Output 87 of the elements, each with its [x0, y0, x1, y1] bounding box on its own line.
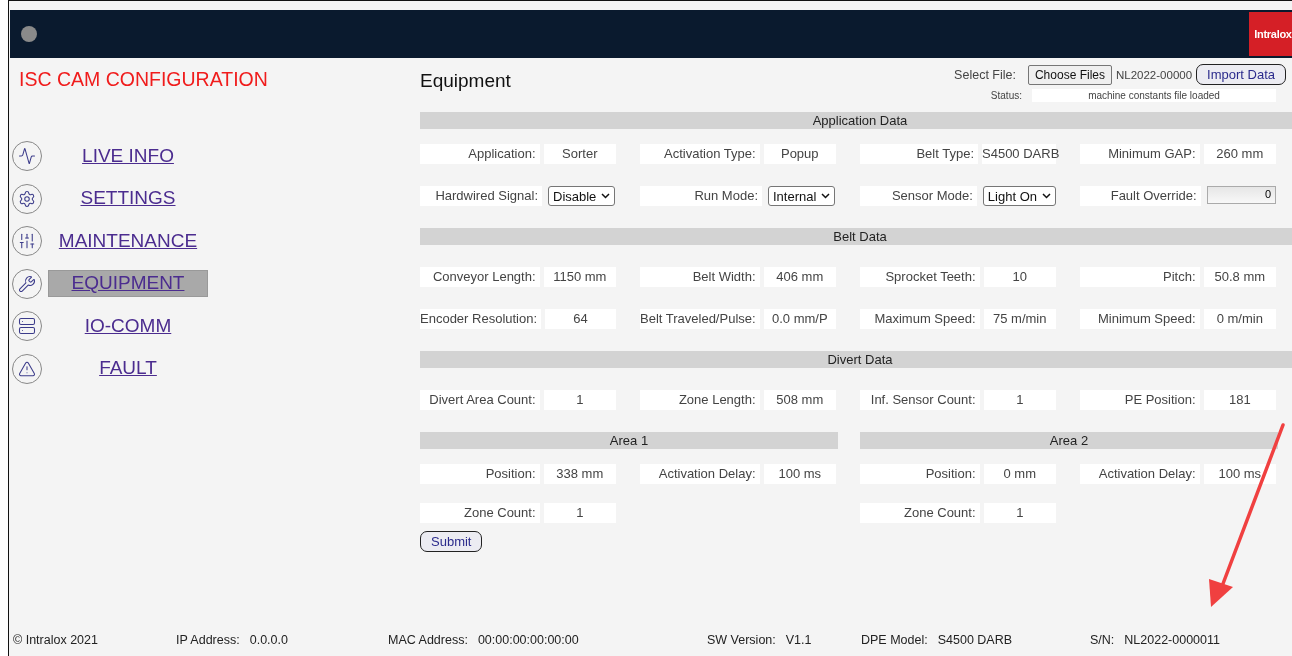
chevron-down-icon [601, 193, 611, 199]
field-value: 1 [983, 390, 1056, 410]
submit-button[interactable]: Submit [420, 531, 483, 552]
field-label: Pitch: [1080, 267, 1200, 287]
footer-label: S/N: [1090, 633, 1115, 647]
footer-label: SW Version: [707, 633, 776, 647]
field-label: Zone Count: [860, 503, 980, 523]
field-label: Zone Length: [640, 390, 760, 410]
field-value: 181 [1203, 390, 1276, 410]
field-value: 508 mm [763, 390, 836, 410]
field-label: Fault Override: [1080, 186, 1201, 206]
field-value: 50.8 mm [1203, 267, 1276, 287]
app-title: ISC CAM CONFIGURATION [18, 68, 269, 91]
field-label: Conveyor Length: [420, 267, 540, 287]
nav-link[interactable]: LIVE INFO [48, 142, 208, 170]
field-label: Divert Area Count: [420, 390, 540, 410]
nav-link[interactable]: EQUIPMENT [48, 270, 208, 298]
field-value: 100 ms [1203, 464, 1276, 484]
field-label: PE Position: [1080, 390, 1200, 410]
section-header: Area 2 [860, 432, 1278, 449]
field-label: Application: [420, 144, 540, 164]
section-header: Divert Data [420, 351, 1292, 368]
field-label: Sprocket Teeth: [860, 267, 980, 287]
field-value: Sorter [543, 144, 616, 164]
import-data-button[interactable]: Import Data [1196, 64, 1286, 85]
logo: Intralox [1249, 12, 1292, 56]
field-value: 0 m/min [1203, 309, 1276, 329]
field-value: 0.0 mm/P [763, 309, 836, 329]
footer-label: IP Address: [176, 633, 240, 647]
field-label: Run Mode: [640, 186, 762, 206]
file-name: NL2022-00000 [1116, 68, 1193, 81]
field-label: Maximum Speed: [860, 309, 980, 329]
field-label: Minimum GAP: [1080, 144, 1200, 164]
footer-value: NL2022-0000011 [1124, 633, 1220, 647]
field-label: Inf. Sensor Count: [860, 390, 980, 410]
chevron-down-icon [1042, 193, 1051, 199]
nav-link[interactable]: IO-COMM [48, 312, 208, 340]
page-title: Equipment [420, 70, 511, 92]
nav-link[interactable]: MAINTENANCE [48, 227, 208, 255]
field-value: 1 [543, 503, 616, 523]
field-value: 260 mm [1203, 144, 1276, 164]
footer-label: MAC Address: [388, 633, 468, 647]
field-value: 1 [543, 390, 616, 410]
number-input[interactable]: 0 [1206, 186, 1276, 204]
field-label: Minimum Speed: [1080, 309, 1200, 329]
field-value: Popup [763, 144, 836, 164]
status-value: machine constants file loaded [1032, 89, 1276, 102]
field-value: 1 [983, 503, 1056, 523]
field-value: 1150 mm [543, 267, 616, 287]
footer-value: V1.1 [785, 633, 812, 647]
chevron-down-icon [821, 193, 831, 199]
dropdown[interactable]: Disable [548, 186, 616, 206]
footer-value: 00:00:00:00:00:00 [477, 633, 579, 647]
field-label: Encoder Resolution: [420, 309, 542, 329]
status-dot [21, 26, 37, 42]
field-label: Zone Count: [420, 503, 540, 523]
field-label: Activation Type: [640, 144, 760, 164]
section-header: Area 1 [420, 432, 838, 449]
footer-label: DPE Model: [861, 633, 928, 647]
field-label: Hardwired Signal: [420, 186, 542, 206]
section-header: Belt Data [420, 228, 1292, 245]
dropdown[interactable]: Light On [982, 186, 1056, 206]
field-label: Belt Type: [860, 144, 978, 164]
field-value: 100 ms [763, 464, 836, 484]
field-label: Position: [420, 464, 540, 484]
section-header: Application Data [420, 112, 1292, 129]
field-label: Activation Delay: [640, 464, 760, 484]
nav-link[interactable]: SETTINGS [48, 185, 208, 213]
footer-value: S4500 DARB [937, 633, 1013, 647]
footer-value: 0.0.0.0 [249, 633, 288, 647]
field-value: 64 [545, 309, 616, 329]
field-value: 10 [983, 267, 1056, 287]
nav-link[interactable]: FAULT [48, 355, 208, 383]
field-label: Belt Width: [640, 267, 760, 287]
footer-label: © Intralox 2021 [13, 633, 98, 647]
select-file-label: Select File: [954, 67, 1016, 82]
field-label: Sensor Mode: [860, 186, 977, 206]
field-value: 338 mm [543, 464, 616, 484]
choose-files-button[interactable]: Choose Files [1027, 64, 1112, 85]
field-label: Activation Delay: [1080, 464, 1200, 484]
status-label: Status: [990, 90, 1022, 101]
field-value: 0 mm [983, 464, 1056, 484]
field-value: 75 m/min [983, 309, 1056, 329]
field-label: Position: [860, 464, 980, 484]
dropdown[interactable]: Internal [768, 186, 836, 206]
field-value: 406 mm [763, 267, 836, 287]
field-label: Belt Traveled/Pulse: [640, 309, 760, 329]
